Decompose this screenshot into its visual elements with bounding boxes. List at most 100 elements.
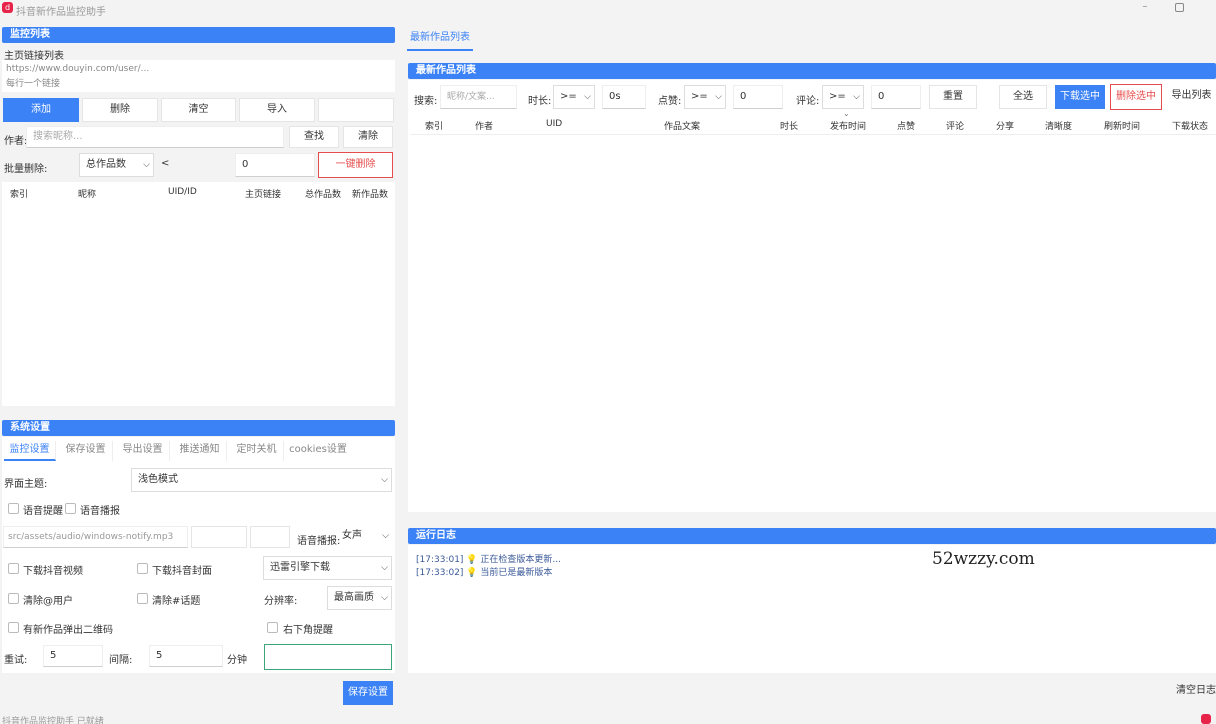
likes-input[interactable]: 0 — [733, 85, 783, 109]
col-new-works: 新作品数 — [352, 190, 389, 200]
col-total-works: 总作品数 — [305, 190, 342, 200]
blank-button[interactable] — [318, 98, 394, 122]
sound-path-input[interactable]: src/assets/audio/windows-notify.mp3 — [3, 526, 188, 548]
test-button[interactable] — [250, 526, 290, 548]
log-time: [17:33:01] — [416, 555, 464, 565]
tab-cookies[interactable]: cookies设置 — [287, 441, 349, 461]
duration-op-select[interactable]: >= ⌵ — [553, 85, 595, 109]
theme-value: 浅色模式 — [138, 474, 178, 485]
works-search-input[interactable]: 昵称/文案... — [440, 85, 517, 109]
add-button[interactable]: 添加 — [3, 98, 79, 122]
resolution-select[interactable]: 最高画质 ⌵ — [327, 586, 392, 610]
settings-header: 系统设置 — [2, 420, 395, 436]
delete-selected-button[interactable]: 删除选中 — [1110, 84, 1162, 110]
works-col-caption: 作品文案 — [664, 122, 701, 132]
clear-search-button[interactable]: 清除 — [343, 126, 393, 148]
duration-op-value: >= — [560, 91, 577, 102]
start-monitor-button[interactable] — [264, 644, 392, 670]
save-settings-button[interactable]: 保存设置 — [343, 681, 393, 705]
download-engine-select[interactable]: 迅雷引擎下载 ⌵ — [263, 556, 392, 580]
sort-chevron-icon[interactable]: ⌄ — [843, 109, 850, 118]
browse-button[interactable] — [191, 526, 247, 548]
works-header-divider — [410, 134, 1216, 135]
chevron-down-icon: ⌵ — [143, 160, 150, 170]
log-text: 正在检查版本更新... — [480, 555, 562, 565]
works-col-publish-time: 发布时间 — [830, 122, 867, 132]
duration-label: 时长: — [528, 96, 552, 107]
duration-input[interactable]: 0s — [602, 85, 646, 109]
tab-monitor-settings[interactable]: 监控设置 — [4, 441, 56, 461]
retry-label: 重试: — [4, 655, 28, 666]
tab-latest-works[interactable]: 最新作品列表 — [407, 29, 473, 51]
link-placeholder-line2: 每行一个链接 — [6, 79, 61, 89]
resolution-value: 最高画质 — [334, 592, 374, 603]
delete-button[interactable]: 删除 — [82, 98, 158, 122]
download-video-checkbox[interactable] — [8, 563, 19, 574]
chevron-down-icon: ⌵ — [381, 593, 388, 603]
tab-export-settings[interactable]: 导出设置 — [116, 441, 170, 461]
works-col-likes: 点赞 — [897, 122, 916, 132]
works-list-header: 最新作品列表 — [408, 63, 1216, 79]
log-line: [17:33:02] 💡 当前已是最新版本 — [416, 565, 552, 578]
voice-broadcast-checkbox[interactable] — [65, 503, 76, 514]
comments-op-select[interactable]: >= ⌵ — [822, 85, 864, 109]
lightbulb-icon: 💡 — [466, 568, 478, 578]
log-line: [17:33:01] 💡 正在检查版本更新... — [416, 552, 561, 565]
tab-scheduled-shutdown[interactable]: 定时关机 — [230, 441, 284, 461]
import-button[interactable]: 导入 — [239, 98, 315, 122]
popup-qr-label: 有新作品弹出二维码 — [23, 625, 113, 636]
theme-select[interactable]: 浅色模式 ⌵ — [131, 468, 392, 492]
clear-button[interactable]: 清空 — [161, 98, 236, 122]
batch-field-value: 总作品数 — [86, 159, 126, 170]
tab-push-notify[interactable]: 推送通知 — [173, 441, 227, 461]
col-uid: UID/ID — [168, 187, 197, 197]
works-col-author: 作者 — [475, 122, 494, 132]
download-video-label: 下载抖音视频 — [23, 566, 83, 577]
download-cover-checkbox[interactable] — [137, 563, 148, 574]
minimize-icon[interactable]: – — [1137, 1, 1153, 15]
chevron-down-icon: ⌵ — [853, 92, 860, 102]
find-button[interactable]: 查找 — [289, 126, 339, 148]
clear-log-button[interactable]: 清空日志 — [1176, 682, 1216, 702]
author-search-input[interactable]: 搜索昵称... — [26, 126, 284, 148]
batch-operator[interactable]: < — [155, 153, 233, 177]
lightbulb-icon: 💡 — [466, 555, 478, 565]
export-list-button[interactable]: 导出列表 — [1167, 85, 1216, 109]
comments-input[interactable]: 0 — [871, 85, 921, 109]
interval-input[interactable]: 5 — [149, 645, 223, 667]
popup-qr-checkbox[interactable] — [8, 622, 19, 633]
works-col-download-status: 下载状态 — [1172, 122, 1209, 132]
voice-reminder-checkbox[interactable] — [8, 503, 19, 514]
resolution-label: 分辨率: — [264, 596, 298, 607]
works-col-clarity: 清晰度 — [1045, 122, 1073, 132]
download-selected-button[interactable]: 下载选中 — [1055, 85, 1105, 109]
retry-input[interactable]: 5 — [43, 645, 103, 667]
select-all-button[interactable]: 全选 — [999, 85, 1047, 109]
voice-type-select[interactable]: 女声 ⌵ — [340, 526, 392, 548]
maximize-icon[interactable] — [1175, 3, 1184, 12]
window-title: 抖音新作品监控助手 — [16, 7, 106, 18]
monitor-list-header: 监控列表 — [2, 27, 395, 43]
voice-type-value: 女声 — [342, 530, 362, 541]
works-col-duration: 时长 — [780, 122, 799, 132]
corner-remind-checkbox[interactable] — [267, 622, 278, 633]
link-placeholder-line1: https://www.douyin.com/user/... — [6, 64, 150, 74]
clear-topic-checkbox[interactable] — [137, 593, 148, 604]
likes-label: 点赞: — [658, 96, 682, 107]
homepage-links-textarea[interactable]: https://www.douyin.com/user/... 每行一个链接 — [2, 60, 395, 92]
download-engine-value: 迅雷引擎下载 — [270, 562, 330, 573]
theme-label: 界面主题: — [4, 479, 48, 490]
one-click-delete-button[interactable]: 一键删除 — [318, 152, 393, 178]
status-text: 抖音作品监控助手 已就绪 — [2, 717, 104, 724]
tab-save-settings[interactable]: 保存设置 — [59, 441, 113, 461]
batch-delete-label: 批量删除: — [4, 164, 48, 175]
chevron-down-icon: ⌵ — [381, 563, 388, 573]
clear-user-checkbox[interactable] — [8, 593, 19, 604]
interval-unit: 分钟 — [227, 655, 247, 666]
batch-field-select[interactable]: 总作品数 ⌵ — [79, 153, 154, 177]
likes-op-value: >= — [691, 91, 708, 102]
interval-label: 间隔: — [109, 655, 133, 666]
batch-value-input[interactable]: 0 — [235, 153, 315, 177]
likes-op-select[interactable]: >= ⌵ — [684, 85, 726, 109]
reset-button[interactable]: 重置 — [929, 85, 977, 109]
